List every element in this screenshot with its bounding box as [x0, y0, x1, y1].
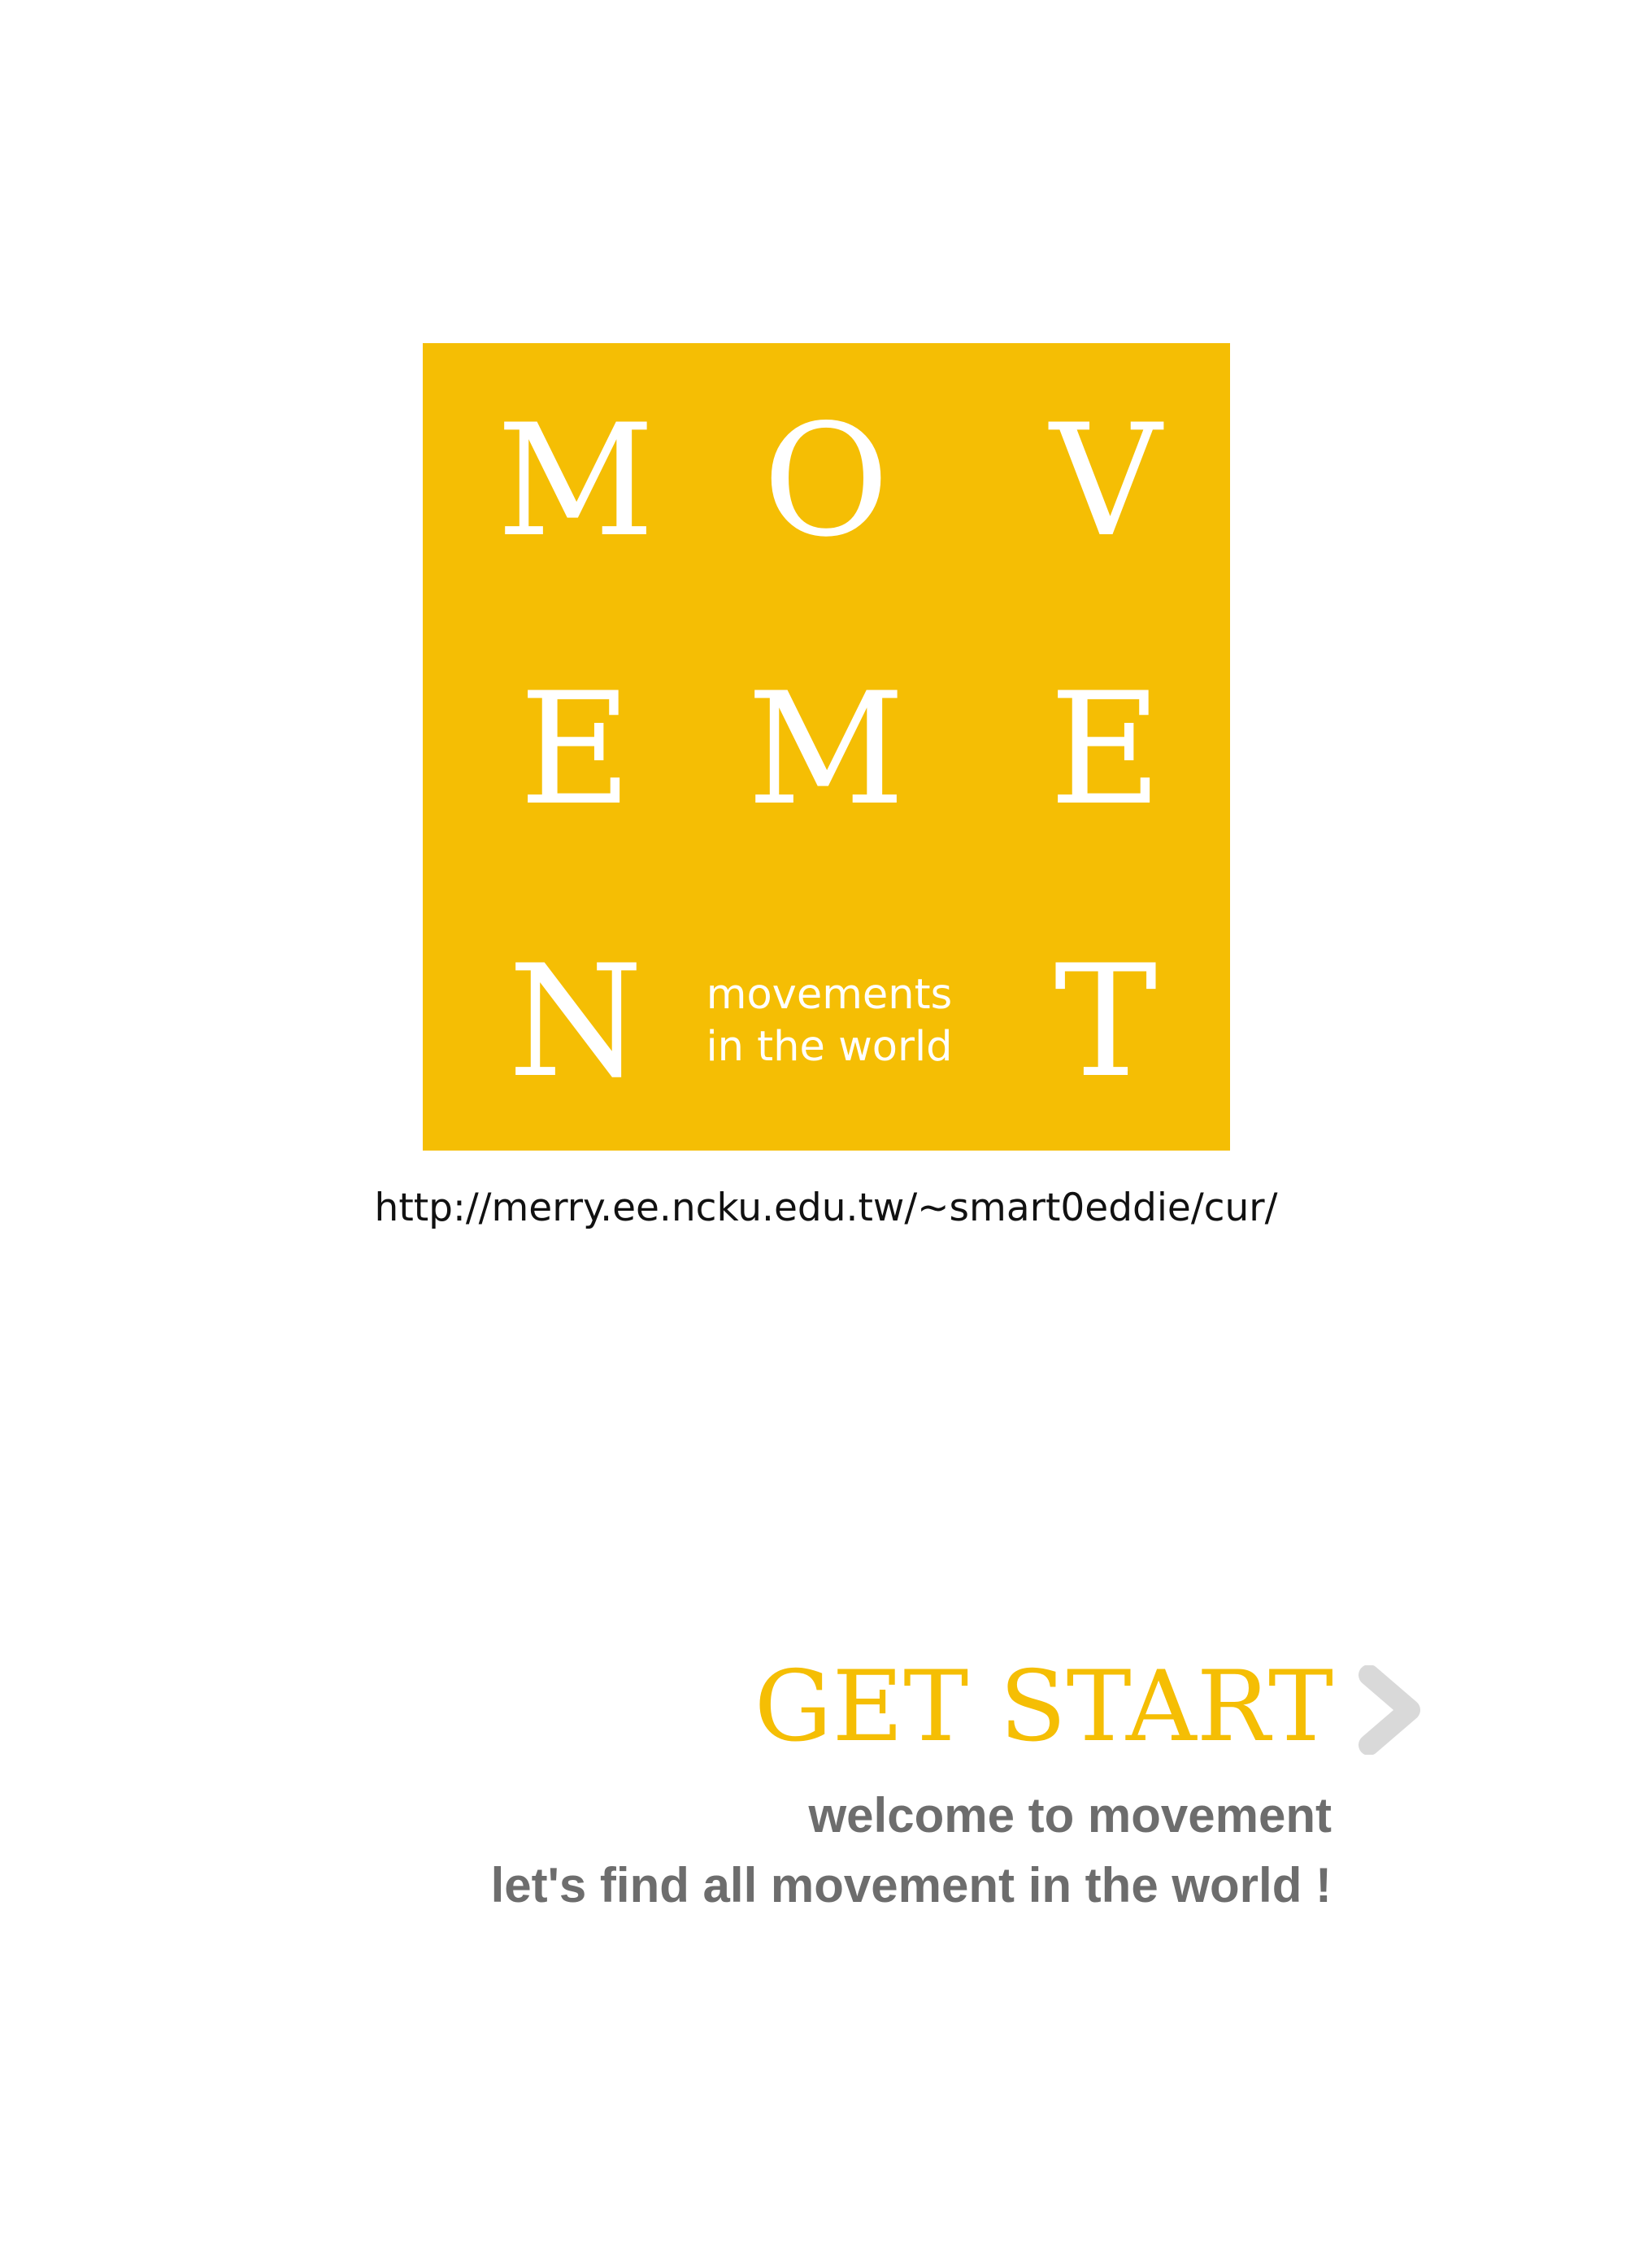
movement-logo: M O V E M E N T movements in the world: [423, 343, 1230, 1151]
welcome-line1: welcome to movement: [808, 1788, 1332, 1843]
welcome-line2: let's find all movement in the world !: [490, 1858, 1332, 1912]
logo-letter-t: T: [1054, 932, 1158, 1112]
logo-tagline: movements in the world: [667, 969, 992, 1073]
logo-tagline-line1: movements: [706, 971, 953, 1019]
logo-letter-n: N: [507, 932, 644, 1112]
chevron-right-icon: [1359, 1665, 1420, 1755]
logo-letter-m2: M: [746, 659, 906, 839]
welcome-text: welcome to movement let's find all movem…: [491, 1781, 1332, 1921]
logo-letter-o: O: [763, 391, 889, 571]
get-start-label: GET START: [754, 1651, 1333, 1764]
logo-letter-e1: E: [519, 659, 633, 839]
get-start-button[interactable]: GET START: [732, 1643, 1545, 1773]
logo-letter-e2: E: [1049, 659, 1163, 839]
site-url[interactable]: http://merry.ee.ncku.edu.tw/~smart0eddie…: [0, 1186, 1652, 1230]
logo-letter-m: M: [496, 391, 655, 571]
logo-letter-v: V: [1050, 391, 1162, 571]
logo-tagline-line2: in the world: [706, 1023, 953, 1071]
